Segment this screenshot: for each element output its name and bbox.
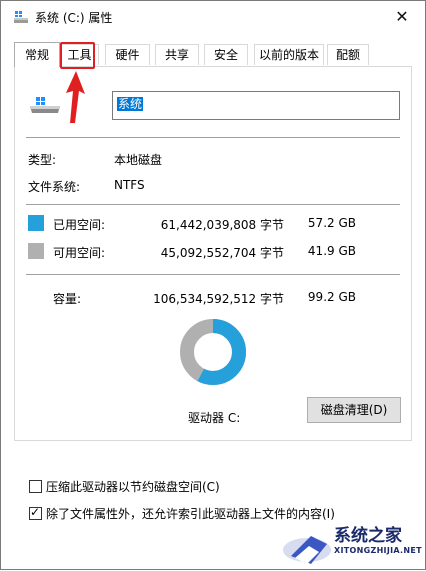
drive-name-value: 系统 <box>117 97 144 111</box>
tab-general[interactable]: 常规 <box>14 42 60 67</box>
disk-usage-donut <box>180 319 246 385</box>
tools-tab-highlight-box <box>60 42 95 69</box>
type-label: 类型: <box>28 153 57 167</box>
used-space-label: 已用空间: <box>53 218 106 232</box>
type-value: 本地磁盘 <box>114 153 163 167</box>
watermark-name: 系统之家 <box>334 526 402 546</box>
window-title: 系统 (C:) 属性 <box>35 11 113 25</box>
free-space-bytes: 45,092,552,704 字节 <box>160 246 284 260</box>
divider <box>26 204 400 205</box>
disk-cleanup-button[interactable]: 磁盘清理(D) <box>307 397 401 423</box>
filesystem-label: 文件系统: <box>28 180 81 194</box>
checkmark-icon: ✓ <box>30 505 41 519</box>
close-button[interactable]: ✕ <box>379 1 425 33</box>
tab-security[interactable]: 安全 <box>204 44 248 65</box>
compress-checkbox[interactable] <box>29 480 42 493</box>
divider <box>26 137 400 138</box>
title-bar[interactable]: 系统 (C:) 属性 ✕ <box>1 1 425 33</box>
compress-option-label: 压缩此驱动器以节约磁盘空间(C) <box>46 480 220 494</box>
capacity-gb: 99.2 GB <box>307 290 356 304</box>
drive-name-input[interactable]: 系统 <box>112 91 400 120</box>
compress-drive-option[interactable]: 压缩此驱动器以节约磁盘空间(C) <box>29 478 220 495</box>
properties-window: 系统 (C:) 属性 ✕ 常规 工具 硬件 共享 安全 以前的版本 配额 系统 … <box>0 0 426 570</box>
tab-sharing[interactable]: 共享 <box>155 44 199 65</box>
drive-icon <box>30 97 60 113</box>
free-space-gb: 41.9 GB <box>307 244 356 258</box>
used-space-gb: 57.2 GB <box>307 216 356 230</box>
red-arrow-icon <box>66 71 85 123</box>
used-space-bytes: 61,442,039,808 字节 <box>160 218 284 232</box>
tab-previous-versions[interactable]: 以前的版本 <box>254 44 324 65</box>
capacity-label: 容量: <box>53 292 82 306</box>
index-checkbox[interactable]: ✓ <box>29 505 42 520</box>
tab-hardware[interactable]: 硬件 <box>105 44 150 65</box>
drive-icon <box>14 11 28 23</box>
free-space-swatch <box>28 243 44 259</box>
capacity-bytes: 106,534,592,512 字节 <box>153 292 284 306</box>
drive-letter-label: 驱动器 C: <box>188 411 241 425</box>
free-space-label: 可用空间: <box>53 246 106 260</box>
tab-quota[interactable]: 配额 <box>327 44 369 65</box>
filesystem-value: NTFS <box>114 178 145 192</box>
divider <box>26 274 400 275</box>
close-icon: ✕ <box>395 7 409 26</box>
used-space-swatch <box>28 215 44 231</box>
watermark-url: XITONGZHIJIA.NET <box>334 546 422 555</box>
